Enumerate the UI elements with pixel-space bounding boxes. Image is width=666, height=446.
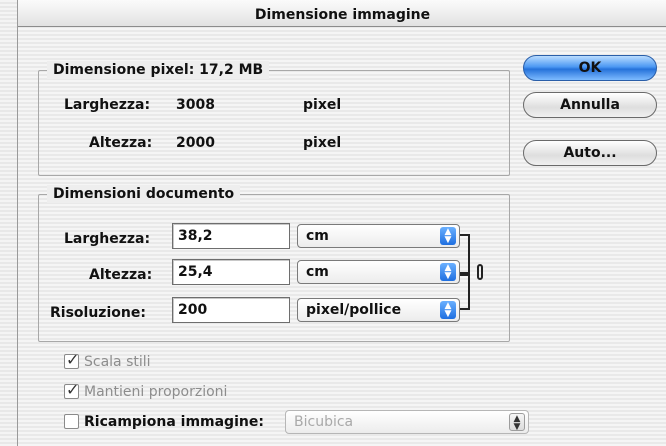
pixel-dimensions-legend: Dimensione pixel: 17,2 MB: [47, 61, 270, 79]
proportions-bracket: [460, 234, 470, 274]
doc-height-label: Altezza:: [89, 267, 153, 283]
auto-button[interactable]: Auto...: [523, 140, 657, 166]
pixel-width-unit: pixel: [303, 97, 342, 113]
select-arrows-icon: ▲ ▼: [440, 263, 456, 281]
pixel-height-unit: pixel: [303, 135, 342, 151]
resample-label: Ricampiona immagine:: [84, 414, 264, 430]
pixel-height-label: Altezza:: [89, 135, 153, 151]
chain-link-icon: [477, 264, 483, 280]
pixel-width-label: Larghezza:: [64, 97, 151, 113]
scale-styles-checkbox[interactable]: [64, 350, 79, 369]
doc-width-unit-select[interactable]: cm ▲ ▼: [297, 224, 460, 248]
resample-checkbox[interactable]: [64, 414, 79, 429]
resample-method-select[interactable]: Bicubica ▲ ▼: [285, 410, 529, 434]
proportions-bracket-lower: [460, 274, 470, 310]
image-size-dialog: Dimensione immagine Dimensione pixel: 17…: [17, 0, 666, 446]
doc-width-label: Larghezza:: [64, 231, 151, 247]
pixel-height-value: 2000: [176, 135, 215, 151]
doc-width-input[interactable]: 38,2: [172, 223, 290, 249]
constrain-proportions-label: Mantieni proporzioni: [84, 384, 228, 400]
ok-button[interactable]: OK: [523, 55, 657, 81]
pixel-dimensions-group: Dimensione pixel: 17,2 MB: [38, 61, 510, 176]
resample-method-label: Bicubica: [294, 414, 354, 430]
dialog-titlebar: Dimensione immagine: [18, 0, 666, 27]
constrain-proportions-checkbox[interactable]: [64, 380, 79, 399]
doc-height-unit-select[interactable]: cm ▲ ▼: [297, 260, 460, 284]
scale-styles-label: Scala stili: [84, 354, 151, 370]
select-arrows-icon: ▲ ▼: [509, 413, 525, 432]
resolution-unit-label: pixel/pollice: [306, 302, 402, 318]
pixel-width-value: 3008: [176, 97, 215, 113]
resolution-input[interactable]: 200: [172, 297, 290, 323]
select-arrows-icon: ▲ ▼: [440, 227, 456, 245]
dialog-title: Dimensione immagine: [254, 7, 431, 23]
cancel-button[interactable]: Annulla: [523, 92, 657, 118]
doc-height-unit-label: cm: [306, 264, 329, 280]
doc-height-input[interactable]: 25,4: [172, 259, 290, 285]
resolution-label: Risoluzione:: [50, 305, 146, 321]
doc-width-unit-label: cm: [306, 228, 329, 244]
document-size-legend: Dimensioni documento: [47, 185, 241, 203]
select-arrows-icon: ▲ ▼: [440, 301, 456, 319]
resolution-unit-select[interactable]: pixel/pollice ▲ ▼: [297, 298, 460, 322]
